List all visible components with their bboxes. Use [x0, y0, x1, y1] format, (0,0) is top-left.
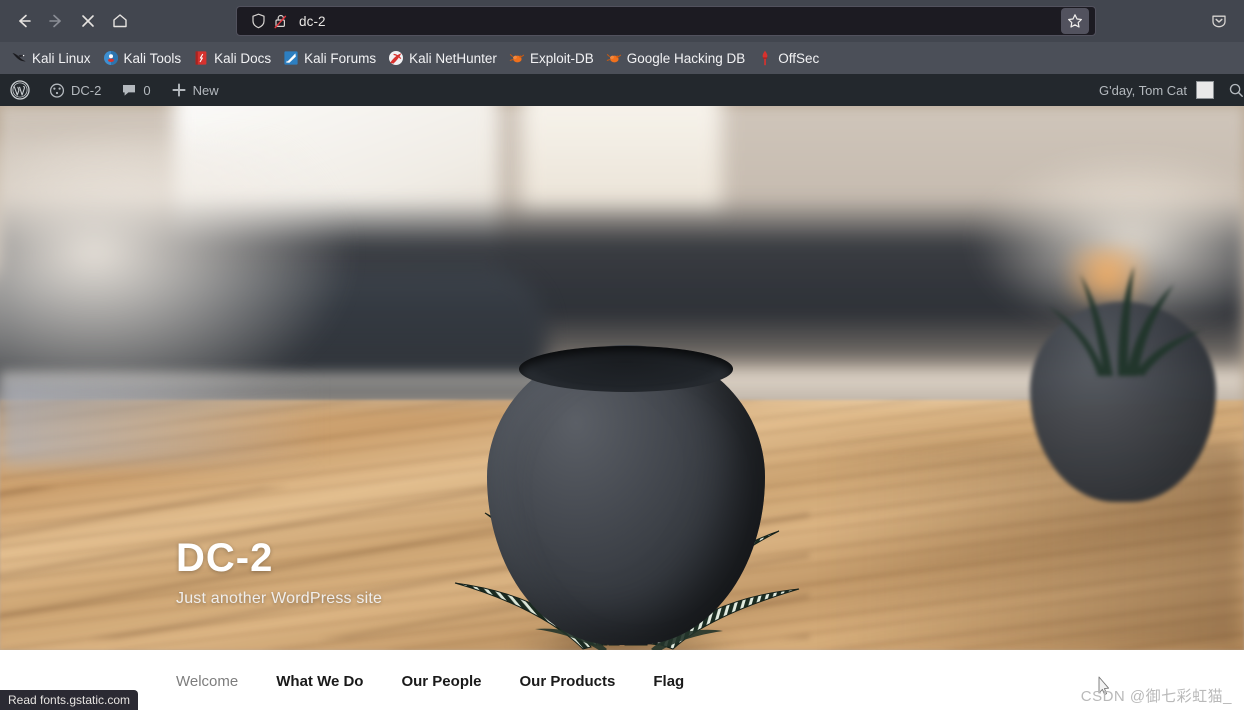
bookmark-kali-tools[interactable]: Kali Tools: [98, 46, 189, 70]
bookmark-label: Kali Forums: [304, 50, 377, 66]
bookmark-kali-forums[interactable]: Kali Forums: [278, 46, 383, 70]
browser-window: dc-2 Kali Linux Kali Tools Kali Docs Kal…: [0, 0, 1244, 710]
bookmark-kali-nethunter[interactable]: Kali NetHunter: [383, 46, 504, 70]
adminbar-site-label: DC-2: [71, 82, 102, 98]
bookmark-label: Kali Linux: [32, 50, 91, 66]
offsec-torch-icon: [762, 50, 768, 66]
kali-docs-icon: [195, 51, 207, 65]
hero-text-block: DC-2 Just another WordPress site: [176, 536, 382, 608]
comment-bubble-icon: [123, 85, 136, 96]
site-navigation: Welcome What We Do Our People Our Produc…: [0, 650, 1244, 710]
bookmark-kali-linux[interactable]: Kali Linux: [6, 46, 98, 70]
close-x-icon: [82, 15, 94, 27]
site-tagline: Just another WordPress site: [176, 590, 383, 607]
pocket-icon: [1212, 15, 1226, 28]
site-title[interactable]: DC-2: [176, 536, 382, 580]
exploit-db-bug-icon: [509, 54, 525, 63]
nav-item-flag[interactable]: Flag: [653, 673, 684, 690]
search-icon: [1229, 83, 1243, 97]
dashboard-icon: [49, 83, 65, 98]
bookmark-offsec[interactable]: OffSec: [752, 46, 826, 70]
bookmark-google-hacking-db[interactable]: Google Hacking DB: [601, 46, 753, 70]
forward-arrow-icon: [49, 14, 61, 28]
nav-item-what-we-do[interactable]: What We Do: [276, 673, 363, 690]
wp-logo-menu[interactable]: [0, 74, 39, 106]
kali-tools-icon: [103, 51, 118, 65]
nav-item-our-people[interactable]: Our People: [401, 673, 481, 690]
browser-toolbar: dc-2: [0, 0, 1244, 42]
adminbar-new-content[interactable]: New: [161, 74, 229, 106]
bookmark-label: Exploit-DB: [529, 50, 594, 66]
adminbar-account-area: G'day, Tom Cat: [1099, 74, 1244, 106]
google-hacking-db-bug-icon: [606, 54, 621, 63]
url-text[interactable]: dc-2: [291, 14, 1061, 29]
csdn-watermark: CSDN @御七彩虹猫_: [1080, 688, 1232, 705]
toolbar-right-actions: [1204, 0, 1234, 42]
bookmark-label: Kali Docs: [214, 50, 272, 66]
bookmark-label: Google Hacking DB: [626, 50, 746, 66]
bookmark-label: OffSec: [778, 50, 820, 66]
bookmark-label: Kali Tools: [123, 50, 182, 66]
hero-header: DC-2 Just another WordPress site: [0, 106, 1244, 650]
adminbar-greeting[interactable]: G'day, Tom Cat: [1099, 83, 1196, 98]
shield-icon[interactable]: [247, 11, 269, 31]
stop-button[interactable]: [72, 6, 104, 36]
nav-item-welcome[interactable]: Welcome: [176, 673, 238, 690]
bookmark-star-button[interactable]: [1061, 8, 1089, 34]
star-icon: [1068, 14, 1082, 28]
kali-nethunter-icon: [389, 51, 404, 65]
bookmark-kali-docs[interactable]: Kali Docs: [188, 46, 278, 70]
adminbar-comments[interactable]: 0: [111, 74, 160, 106]
avatar[interactable]: [1196, 81, 1214, 99]
wordpress-admin-bar: DC-2 0 New G'day, Tom Cat: [0, 74, 1244, 106]
wordpress-logo-icon: [10, 80, 30, 100]
adminbar-new-label: New: [192, 82, 219, 98]
plus-icon: [172, 83, 186, 97]
plant-pot: [486, 345, 765, 646]
back-button[interactable]: [8, 6, 40, 36]
address-bar[interactable]: dc-2: [236, 6, 1096, 36]
adminbar-search-button[interactable]: [1228, 74, 1244, 106]
table-left-reflection: [0, 378, 324, 466]
pocket-button[interactable]: [1204, 7, 1234, 35]
home-icon: [113, 14, 127, 28]
browser-status-bar: Read fonts.gstatic.com: [0, 690, 139, 710]
nav-item-our-products[interactable]: Our Products: [520, 673, 616, 690]
kali-dragon-icon: [12, 53, 26, 62]
back-arrow-icon: [19, 14, 31, 28]
bookmark-exploit-db[interactable]: Exploit-DB: [504, 46, 601, 70]
lock-open-struck-icon[interactable]: [269, 11, 291, 31]
kali-forums-icon: [284, 51, 298, 65]
forward-button[interactable]: [40, 6, 72, 36]
background-plant-leaves: [1048, 265, 1202, 376]
adminbar-site-name[interactable]: DC-2: [39, 74, 111, 106]
bookmark-label: Kali NetHunter: [409, 50, 497, 66]
home-button[interactable]: [104, 6, 136, 36]
adminbar-comments-count: 0: [143, 82, 151, 98]
pot-rim: [518, 346, 733, 393]
bookmarks-bar: Kali Linux Kali Tools Kali Docs Kali For…: [0, 42, 1244, 74]
